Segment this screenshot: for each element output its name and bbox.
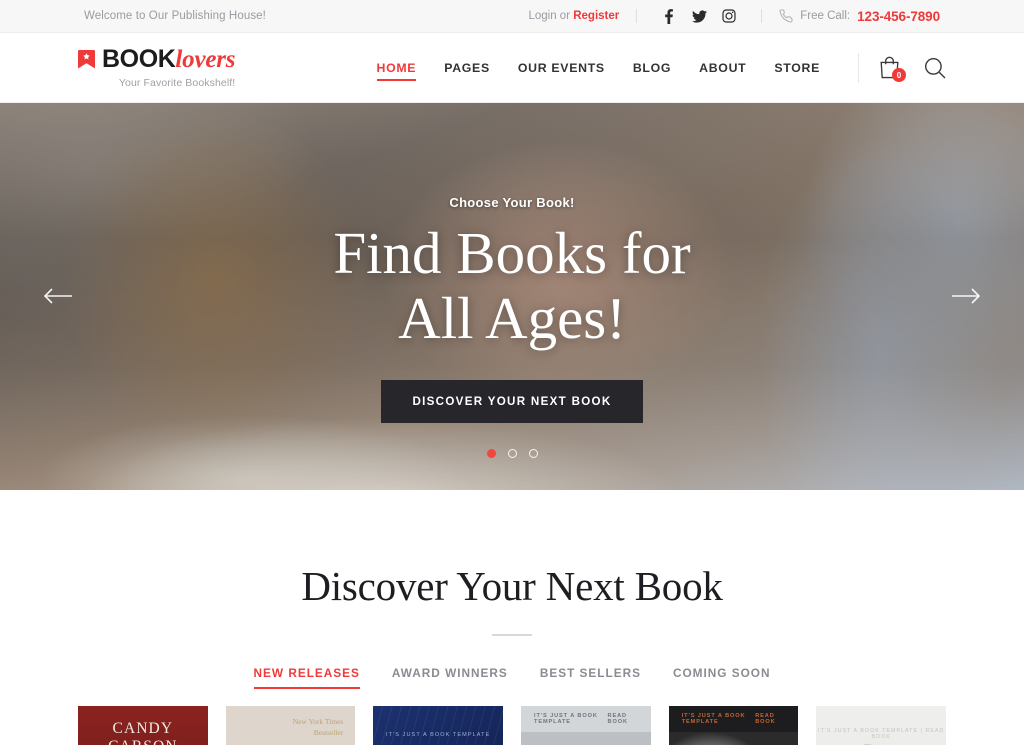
- book-kicker: IT'S JUST A BOOK TEMPLATE | READ BOOK: [818, 727, 945, 740]
- book-card-3[interactable]: IT'S JUST A BOOK TEMPLATE ALLAN: [373, 705, 504, 745]
- book-kicker: IT'S JUST A BOOK TEMPLATE: [681, 712, 746, 725]
- book-card-5[interactable]: IT'S JUST A BOOK TEMPLATE READ BOOK: [668, 705, 799, 745]
- book-author-name: CANDY CARSON: [108, 719, 176, 745]
- slider-dot-1[interactable]: [486, 449, 496, 458]
- book-kicker: IT'S JUST A BOOK TEMPLATE: [386, 731, 491, 738]
- book-card-4[interactable]: IT'S JUST A BOOK TEMPLATE READ BOOK The …: [521, 705, 651, 745]
- book-badge: New York Times Bestseller: [293, 716, 344, 739]
- discover-next-book-button[interactable]: DISCOVER YOUR NEXT BOOK: [381, 380, 643, 423]
- register-link[interactable]: Register: [573, 10, 619, 22]
- logo-tagline: Your Favorite Bookshelf!: [118, 76, 236, 89]
- book-top-strip: IT'S JUST A BOOK TEMPLATE READ BOOK: [668, 705, 799, 732]
- slider-prev-arrow-icon[interactable]: [43, 288, 73, 304]
- book-badge-line-2: Bestseller: [313, 727, 344, 737]
- logo[interactable]: BOOKlovers Your Favorite Bookshelf!: [78, 44, 236, 89]
- instagram-icon[interactable]: [714, 5, 744, 27]
- book-read-link[interactable]: READ BOOK: [608, 713, 638, 725]
- main-navigation: HOME PAGES OUR EVENTS BLOG ABOUT STORE 0: [363, 52, 946, 83]
- book-read-link[interactable]: READ BOOK: [755, 713, 785, 725]
- facebook-icon[interactable]: [654, 5, 684, 27]
- nav-item-home[interactable]: HOME: [363, 53, 431, 83]
- tab-award-winners[interactable]: AWARD WINNERS: [376, 666, 524, 689]
- slider-dot-3[interactable]: [528, 449, 538, 458]
- logo-row: BOOKlovers: [78, 44, 236, 73]
- tab-new-releases[interactable]: NEW RELEASES: [238, 666, 376, 689]
- tab-best-sellers[interactable]: BEST SELLERS: [524, 666, 657, 689]
- twitter-icon[interactable]: [684, 5, 714, 27]
- book-category-tabs: NEW RELEASES AWARD WINNERS BEST SELLERS …: [0, 666, 1024, 689]
- slider-pagination: [0, 449, 1024, 458]
- free-call-block: Free Call: 123-456-7890: [779, 9, 940, 24]
- bookmark-icon: [78, 49, 95, 69]
- nav-item-store[interactable]: STORE: [760, 53, 834, 83]
- nav-item-pages[interactable]: PAGES: [430, 53, 504, 83]
- slider-dot-2[interactable]: [507, 449, 517, 458]
- hero-slider: Choose Your Book! Find Books for All Age…: [0, 103, 1024, 490]
- auth-links: Login or Register: [528, 10, 619, 22]
- phone-icon: [779, 9, 793, 23]
- discover-section: Discover Your Next Book NEW RELEASES AWA…: [0, 490, 1024, 745]
- book-badge-line-1: New York Times: [292, 716, 344, 726]
- logo-main: BOOK: [102, 44, 176, 73]
- book-grid: CANDY CARSON New York Times Bestseller W…: [0, 689, 1024, 745]
- title-divider: [492, 634, 532, 636]
- book-cover-photo: [668, 731, 799, 745]
- phone-number[interactable]: 123-456-7890: [857, 9, 940, 24]
- shopping-bag-icon[interactable]: 0: [879, 56, 906, 82]
- top-bar-right: Login or Register Free Call: 123-456-789…: [528, 5, 940, 27]
- book-card-1[interactable]: CANDY CARSON: [78, 705, 208, 745]
- social-links: [654, 5, 744, 27]
- logo-text: BOOKlovers: [102, 44, 236, 73]
- hero-title: Find Books for All Ages!: [333, 224, 690, 348]
- hero-subtitle: Choose Your Book!: [449, 195, 575, 210]
- nav-item-blog[interactable]: BLOG: [619, 53, 685, 83]
- site-header: BOOKlovers Your Favorite Bookshelf! HOME…: [0, 33, 1024, 103]
- cart-count-badge: 0: [892, 68, 906, 82]
- divider: [636, 9, 638, 23]
- hero-title-line-1: Find Books for: [333, 220, 691, 286]
- hero-content: Choose Your Book! Find Books for All Age…: [0, 103, 1024, 490]
- logo-accent: lovers: [175, 45, 236, 73]
- divider: [858, 52, 859, 83]
- book-card-2[interactable]: New York Times Bestseller Wildflower: [225, 705, 356, 745]
- tab-coming-soon[interactable]: COMING SOON: [657, 666, 787, 689]
- search-icon[interactable]: [924, 57, 946, 79]
- book-card-6[interactable]: IT'S JUST A BOOK TEMPLATE | READ BOOK BU…: [816, 705, 947, 745]
- nav-item-our-events[interactable]: OUR EVENTS: [504, 53, 619, 83]
- top-bar: Welcome to Our Publishing House! Login o…: [0, 0, 1024, 33]
- hero-title-line-2: All Ages!: [398, 285, 626, 351]
- slider-next-arrow-icon[interactable]: [951, 288, 981, 304]
- header-icons: 0: [879, 56, 946, 82]
- book-top-strip: IT'S JUST A BOOK TEMPLATE READ BOOK: [521, 705, 651, 732]
- login-link[interactable]: Login or: [528, 10, 570, 22]
- divider: [761, 9, 763, 23]
- nav-item-about[interactable]: ABOUT: [685, 53, 760, 83]
- free-call-label: Free Call:: [800, 10, 851, 22]
- welcome-message: Welcome to Our Publishing House!: [84, 10, 266, 22]
- book-kicker: IT'S JUST A BOOK TEMPLATE: [534, 712, 598, 725]
- section-title: Discover Your Next Book: [301, 563, 723, 609]
